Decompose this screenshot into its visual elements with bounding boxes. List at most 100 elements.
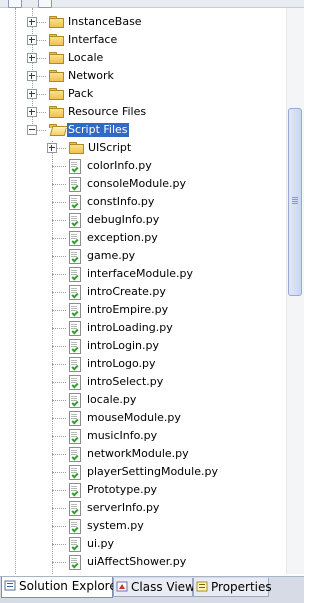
python-file-icon — [69, 303, 81, 318]
tree-item-label: InstanceBase — [68, 15, 142, 28]
tree-file-item[interactable]: introLoading.py — [0, 319, 286, 337]
expand-icon[interactable] — [47, 143, 57, 153]
tree-folder-pack[interactable]: Pack — [0, 85, 286, 103]
tree-guide-line — [52, 382, 66, 383]
tree-guide-line — [52, 328, 66, 329]
solution-explorer-icon — [4, 579, 17, 591]
tree-file-item[interactable]: Prototype.py — [0, 481, 286, 499]
tree-guide-line — [52, 508, 66, 509]
show-all-files-toolbar-icon[interactable] — [38, 0, 52, 8]
tree-item-label: UIScript — [88, 141, 132, 154]
tree-folder-locale[interactable]: Locale — [0, 49, 286, 67]
python-file-icon — [69, 465, 81, 480]
tree-file-item[interactable]: musicInfo.py — [0, 427, 286, 445]
tree-file-item[interactable]: consoleModule.py — [0, 175, 286, 193]
tree-guide-line — [52, 472, 66, 473]
tree-folder-instancebase[interactable]: InstanceBase — [0, 13, 286, 31]
tree-file-item[interactable]: interfaceModule.py — [0, 265, 286, 283]
tree-folder-network[interactable]: Network — [0, 67, 286, 85]
folder-icon — [69, 142, 84, 154]
expand-icon[interactable] — [27, 107, 37, 117]
scrollbar-grip-icon — [292, 197, 298, 198]
tree-item-label: interfaceModule.py — [87, 267, 194, 280]
tree-item-label: mouseModule.py — [87, 411, 181, 424]
tab-solution-explorer[interactable]: Solution Explorer — [1, 577, 122, 598]
class-view-icon — [116, 580, 129, 592]
python-file-icon — [69, 213, 81, 228]
properties-toolbar-icon[interactable] — [8, 0, 22, 8]
python-file-icon — [69, 159, 81, 174]
tree-guide-line — [52, 274, 66, 275]
tree-file-item[interactable]: introSelect.py — [0, 373, 286, 391]
tree-file-item[interactable]: playerSettingModule.py — [0, 463, 286, 481]
tree-item-label: introLogin.py — [87, 339, 160, 352]
vertical-scrollbar[interactable] — [286, 8, 304, 574]
tree-file-item[interactable]: introCreate.py — [0, 283, 286, 301]
tree-item-label: consoleModule.py — [87, 177, 187, 190]
tree-file-item[interactable]: system.py — [0, 517, 286, 535]
folder-icon — [49, 52, 64, 64]
properties-icon — [196, 580, 209, 592]
tree-file-item[interactable]: introEmpire.py — [0, 301, 286, 319]
tree-file-item[interactable]: introLogo.py — [0, 355, 286, 373]
python-file-icon — [69, 501, 81, 516]
expand-icon[interactable] — [27, 71, 37, 81]
tree-item-label: introLoading.py — [87, 321, 173, 334]
tab-label: Properties — [211, 580, 272, 594]
collapse-icon[interactable] — [27, 125, 37, 135]
tree-folder-uiscript[interactable]: UIScript — [0, 139, 286, 157]
expand-icon[interactable] — [27, 89, 37, 99]
tree-file-item[interactable]: debugInfo.py — [0, 211, 286, 229]
tree-item-label: colorInfo.py — [87, 159, 152, 172]
tree-file-item[interactable]: mouseModule.py — [0, 409, 286, 427]
tree-item-label: Network — [68, 69, 114, 82]
tree-file-item[interactable]: serverInfo.py — [0, 499, 286, 517]
tree-file-item[interactable]: game.py — [0, 247, 286, 265]
tree-guide-line — [52, 310, 66, 311]
tree-guide-line — [52, 346, 66, 347]
python-file-icon — [69, 285, 81, 300]
tree-file-item[interactable]: locale.py — [0, 391, 286, 409]
tree-file-item[interactable]: colorInfo.py — [0, 157, 286, 175]
tree-item-label: networkModule.py — [87, 447, 189, 460]
tab-properties[interactable]: Properties — [193, 578, 272, 597]
folder-icon — [49, 34, 64, 46]
scrollbar-thumb[interactable] — [288, 108, 302, 296]
tree-file-item[interactable]: networkModule.py — [0, 445, 286, 463]
tree-folder-script-files[interactable]: Script Files — [0, 121, 286, 139]
tree-file-item[interactable]: exception.py — [0, 229, 286, 247]
tree-guide-line — [52, 166, 66, 167]
folder-icon — [49, 16, 64, 28]
folder-icon — [49, 106, 64, 118]
tree-folder-resource-files[interactable]: Resource Files — [0, 103, 286, 121]
python-file-icon — [69, 537, 81, 552]
python-file-icon — [69, 267, 81, 282]
tree-file-item[interactable]: ui.py — [0, 535, 286, 553]
tree-folder-interface[interactable]: Interface — [0, 31, 286, 49]
tree-item-label: introEmpire.py — [87, 303, 169, 316]
tree-file-item[interactable]: introLogin.py — [0, 337, 286, 355]
tree-item-label: exception.py — [87, 231, 158, 244]
expand-icon[interactable] — [27, 53, 37, 63]
tree-guide-line — [52, 418, 66, 419]
tree-file-item[interactable]: constInfo.py — [0, 193, 286, 211]
tree-guide-line — [52, 544, 66, 545]
tree-item-label: game.py — [87, 249, 136, 262]
tree-item-label: introSelect.py — [87, 375, 164, 388]
tab-label: Class View — [131, 580, 195, 594]
explorer-toolbar — [0, 0, 304, 8]
tree-guide-line — [52, 238, 66, 239]
tree-item-label: Interface — [68, 33, 118, 46]
python-file-icon — [69, 195, 81, 210]
tab-class-view[interactable]: Class View — [113, 578, 195, 597]
expand-icon[interactable] — [27, 17, 37, 27]
python-file-icon — [69, 357, 81, 372]
tree-item-label: locale.py — [87, 393, 137, 406]
tree-item-label: introLogo.py — [87, 357, 156, 370]
tree-file-item[interactable]: uiAffectShower.py — [0, 553, 286, 571]
python-file-icon — [69, 393, 81, 408]
tree-guide-line — [52, 436, 66, 437]
python-file-icon — [69, 249, 81, 264]
expand-icon[interactable] — [27, 35, 37, 45]
folder-icon — [49, 88, 64, 100]
